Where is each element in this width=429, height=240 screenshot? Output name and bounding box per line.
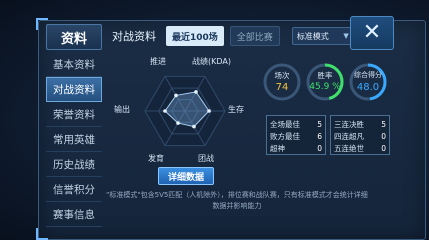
stat-box-honors: 全场最佳 5 败方最佳 6 超神 0 (266, 115, 326, 155)
stat-box-multikills: 三连决胜 5 四连超凡 0 五连绝世 0 (330, 115, 390, 155)
sidebar-item-common-heroes[interactable]: 常用英雄 (46, 127, 102, 152)
panel-title-text: 资料 (60, 31, 87, 47)
sidebar-item-battle-info[interactable]: 对战资料 (46, 77, 102, 102)
stat-value: 0 (317, 143, 322, 153)
stat-row-penta-kill: 五连绝世 0 (334, 142, 386, 154)
stat-value: 5 (317, 119, 322, 129)
winrate-value: 45.9 % (309, 82, 341, 92)
radar-label-survive: 生存 (228, 105, 244, 114)
chevron-down-icon: ▼ (343, 32, 349, 40)
radar-label-output: 输出 (114, 105, 130, 114)
sidebar-item-credit-score[interactable]: 信誉积分 (46, 177, 102, 202)
stat-row-quadra-kill: 四连超凡 0 (334, 130, 386, 142)
stat-winrate: 胜率 45.9 % (305, 62, 345, 102)
stat-value: 6 (317, 131, 322, 141)
sidebar-item-basic-info[interactable]: 基本资料 (46, 52, 102, 77)
radar-label-push: 推进 (150, 57, 166, 66)
mode-dropdown-value: 标准模式 (296, 31, 329, 41)
stat-matches: 场次 74 (262, 62, 302, 102)
stat-label: 三连决胜 (334, 119, 364, 129)
stat-value: 5 (381, 119, 386, 129)
stat-label: 全场最佳 (270, 119, 300, 129)
winrate-label: 胜率 (317, 71, 333, 80)
radar-point-output (163, 109, 167, 113)
radar-chart: 推进 战绩(KDA) 生存 团战 发育 输出 (110, 52, 260, 170)
radar-label-kda: 战绩(KDA) (192, 57, 231, 66)
radar-point-develop (176, 121, 180, 125)
stat-label: 五连绝世 (334, 143, 364, 153)
score-value: 48.0 (356, 82, 380, 93)
matches-label: 场次 (274, 71, 290, 80)
tab-all-matches[interactable]: 全部比赛 (229, 26, 280, 46)
radar-point-kda (194, 90, 198, 94)
mode-dropdown[interactable]: 标准模式 ▼ (291, 27, 354, 45)
stat-row-legendary: 超神 0 (270, 142, 322, 154)
stat-label: 超神 (270, 143, 285, 153)
sidebar: 基本资料 对战资料 荣誉资料 常用英雄 历史战绩 信誉积分 赛事信息 (46, 52, 102, 240)
sidebar-item-honor-info[interactable]: 荣誉资料 (46, 102, 102, 127)
mode-footnote: "标准模式"包含5V5匹配（人机除外），排位赛和战队赛，只有标准模式才会统计详细… (106, 191, 368, 210)
stat-score: 综合得分 48.0 (348, 62, 388, 102)
stat-label: 败方最佳 (270, 131, 300, 141)
radar-label-develop: 发育 (148, 154, 164, 163)
stat-row-mvp: 全场最佳 5 (270, 118, 322, 130)
detail-data-button[interactable]: 详细数据 (158, 167, 214, 185)
panel-title: 资料 (46, 24, 102, 50)
section-title: 对战资料 (112, 30, 156, 43)
stat-value: 0 (381, 143, 386, 153)
sidebar-item-event-info[interactable]: 赛事信息 (46, 202, 102, 227)
app-window: 资料 基本资料 对战资料 荣誉资料 常用英雄 历史战绩 信誉积分 赛事信息 对战… (0, 0, 429, 240)
stat-row-losing-mvp: 败方最佳 6 (270, 130, 322, 142)
stat-label: 四连超凡 (334, 131, 364, 141)
stat-value: 0 (381, 131, 386, 141)
tab-recent-100[interactable]: 最近100场 (166, 26, 224, 46)
radar-point-team (192, 124, 196, 129)
close-icon: ✕ (362, 20, 382, 45)
radar-point-push (174, 93, 178, 98)
matches-value: 74 (275, 82, 289, 93)
score-label: 综合得分 (354, 71, 382, 79)
stat-row-triple-kill: 三连决胜 5 (334, 118, 386, 130)
sidebar-item-match-history[interactable]: 历史战绩 (46, 152, 102, 177)
radar-point-survive (207, 109, 211, 113)
radar-label-team: 团战 (198, 154, 214, 163)
close-button[interactable]: ✕ (350, 16, 394, 50)
